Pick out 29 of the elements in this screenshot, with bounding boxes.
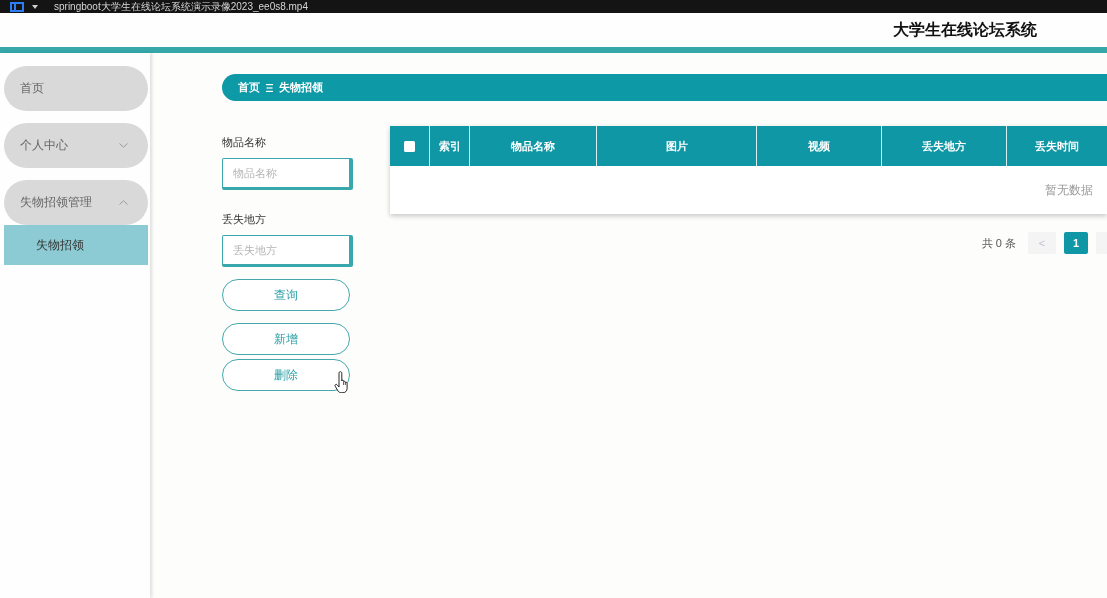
column-header: 丢失地方 [922,138,966,154]
sidebar-menu-item[interactable]: 失物招领管理 [4,180,148,225]
column-header: 视频 [808,138,830,154]
page-number-button[interactable]: 1 [1064,232,1088,254]
breadcrumb-item[interactable]: 失物招领 [279,80,323,95]
total-count: 共 0 条 [981,235,1016,251]
sidebar-menu-item[interactable]: 首页 [4,66,148,111]
add-button[interactable]: 新增 [222,323,350,355]
site-title: 大学生在线论坛系统 [893,19,1037,40]
breadcrumb-separator-icon [266,83,273,92]
hand-cursor-icon [334,371,350,393]
search-field[interactable]: 丢失地方 [222,235,353,267]
search-button[interactable]: 查询 [222,279,350,311]
delete-button[interactable]: 删除 [222,359,350,391]
caret-icon [32,4,38,9]
field-label: 丢失地方 [222,212,266,226]
column-header: 图片 [665,138,688,154]
select-all-checkbox[interactable] [404,140,415,152]
column-header: 丢失时间 [1035,138,1079,154]
window-icon [10,1,24,12]
column-header: 索引 [438,138,461,154]
breadcrumb-item[interactable]: 首页 [238,80,260,95]
sidebar-menu-item[interactable]: 个人中心 [4,123,148,168]
sidebar-submenu-item[interactable]: 失物招领 [4,225,148,265]
video-title: springboot大学生在线论坛系统演示录像2023_ee0s8.mp4 [54,0,308,13]
field-label: 物品名称 [222,135,266,149]
search-field[interactable]: 物品名称 [222,158,353,190]
column-header: 物品名称 [511,138,555,154]
empty-table-text: 暂无数据 [1045,181,1093,199]
